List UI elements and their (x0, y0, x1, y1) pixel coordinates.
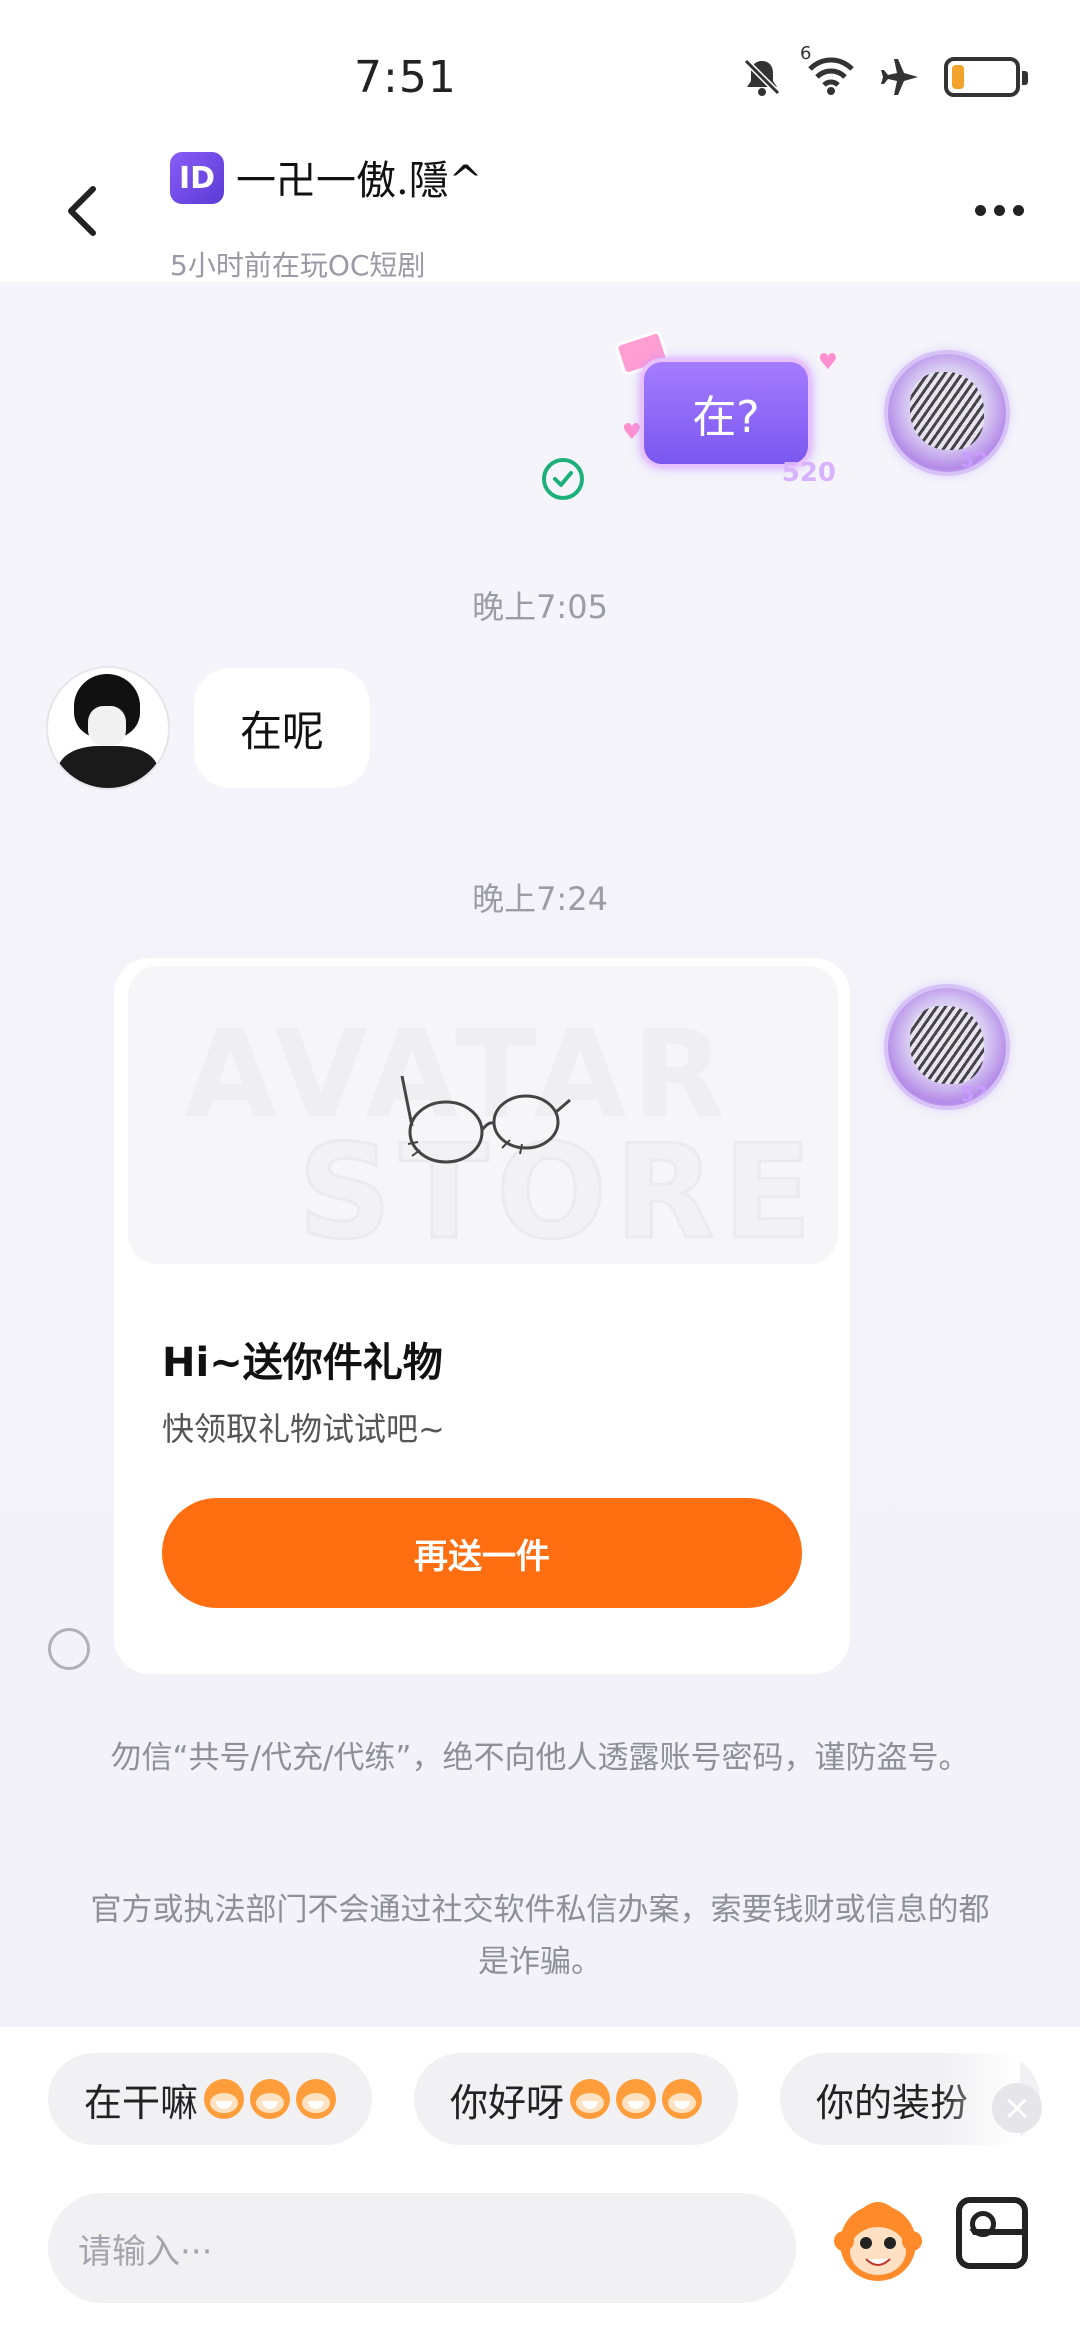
self-message-bubble[interactable]: 在? (640, 358, 812, 468)
friend-message-text: 在呢 (239, 706, 324, 756)
safety-notice: 官方或执法部门不会通过社交软件私信办案，索要钱财或信息的都是诈骗。 (90, 1892, 990, 1980)
more-icon (974, 204, 986, 216)
back-button[interactable] (48, 176, 118, 246)
quick-replies: 在干嘛 你好呀 你的装扮 (0, 2053, 1080, 2147)
safety-notice: 勿信“共号/代充/代练”，绝不向他人透露账号密码，谨防盗号。 (110, 1740, 970, 1776)
gift-card[interactable]: AVATAR STORE Hi~送你件礼物 快领取礼物试试吧~ 再送一件 (114, 958, 850, 1674)
gift-subtitle: 快领取礼物试试吧~ (162, 1410, 445, 1448)
read-status (542, 458, 584, 500)
friend-message-bubble[interactable]: 在呢 (194, 668, 370, 788)
monkey-emoji-icon (616, 2079, 657, 2119)
contact-status: 5小时前在玩OC短剧 (170, 249, 426, 282)
id-badge: ID (170, 152, 224, 204)
battery-icon (944, 57, 1028, 97)
monkey-emoji-icon (662, 2079, 703, 2119)
quick-reply-chip[interactable]: 在干嘛 (48, 2053, 373, 2145)
quick-reply-label: 你好呀 (450, 2080, 565, 2125)
quick-reply-chip[interactable]: 你好呀 (414, 2053, 739, 2145)
monkey-emoji-icon (570, 2079, 611, 2119)
bubble-tag: 520 (781, 458, 836, 488)
send-again-button[interactable]: 再送一件 (162, 1498, 802, 1608)
image-button[interactable] (956, 2197, 1028, 2269)
friend-avatar[interactable] (48, 668, 168, 788)
status-bar: 7:51 6 (0, 0, 1080, 140)
chat-header: ID 一卍一傲.隱^ 5小时前在玩OC短剧 (0, 140, 1080, 282)
close-icon: × (1002, 2088, 1032, 2128)
heart-decoration: ♥ (818, 350, 838, 375)
gift-title: Hi~送你件礼物 (162, 1340, 443, 1386)
timestamp: 晚上7:05 (472, 588, 608, 626)
gift-image: AVATAR STORE (128, 966, 838, 1264)
monkey-emoji-icon (250, 2079, 291, 2119)
self-message-text: 在? (692, 392, 760, 443)
monkey-emoji-icon (204, 2079, 245, 2119)
quick-reply-label: 在干嘛 (84, 2080, 199, 2125)
close-quick-replies-button[interactable]: × (992, 2083, 1042, 2133)
self-message[interactable]: ♥ ♥ 在? 520 (613, 329, 838, 488)
wifi-icon: 6 (800, 43, 856, 101)
heart-decoration: ♥ (622, 420, 642, 445)
glasses-icon (400, 1075, 571, 1164)
status-time: 7:51 (354, 52, 457, 103)
timestamp: 晚上7:24 (472, 880, 608, 918)
monkey-emoji-icon (296, 2079, 337, 2119)
mascot-emoji-icon[interactable] (828, 2189, 928, 2289)
chat-area[interactable]: ♥ ♥ 在? 520 520 晚上7:05 在呢 晚上7:24 AVATAR S… (0, 282, 1080, 2027)
message-input[interactable]: 请输入··· (48, 2193, 796, 2303)
bottom-panel: 在干嘛 你好呀 你的装扮 × 请输入··· (0, 2027, 1080, 2340)
avatar-frame-tag: 520 (960, 1082, 1002, 1106)
more-button[interactable] (964, 190, 1034, 230)
contact-name[interactable]: 一卍一傲.隱^ (236, 148, 482, 206)
mute-icon (743, 58, 781, 96)
status-icons: 6 (740, 43, 1028, 102)
self-avatar[interactable]: 520 (888, 988, 1006, 1106)
check-icon (553, 471, 573, 487)
select-checkbox[interactable] (48, 1628, 90, 1670)
self-avatar[interactable]: 520 (888, 354, 1006, 472)
input-placeholder: 请输入··· (78, 2231, 213, 2272)
airplane-icon (881, 59, 918, 95)
avatar-frame-tag: 520 (960, 448, 1002, 472)
signal-label: 6 (800, 43, 812, 64)
back-icon (68, 186, 96, 236)
